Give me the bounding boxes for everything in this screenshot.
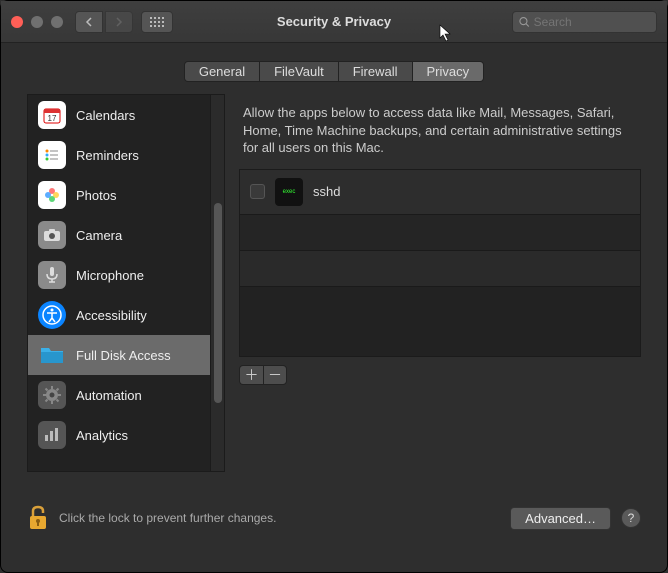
search-icon bbox=[519, 16, 530, 28]
app-list-empty-space bbox=[240, 287, 640, 356]
window-controls bbox=[11, 16, 63, 28]
photos-icon bbox=[38, 181, 66, 209]
app-list: exec sshd bbox=[239, 169, 641, 357]
sidebar-item-analytics[interactable]: Analytics bbox=[28, 415, 210, 455]
sidebar-item-automation[interactable]: Automation bbox=[28, 375, 210, 415]
sidebar-item-microphone[interactable]: Microphone bbox=[28, 255, 210, 295]
analytics-icon bbox=[38, 421, 66, 449]
help-button[interactable]: ? bbox=[621, 508, 641, 528]
app-row[interactable]: exec sshd bbox=[240, 170, 640, 215]
terminal-app-icon: exec bbox=[275, 178, 303, 206]
lock-area[interactable]: Click the lock to prevent further change… bbox=[27, 504, 276, 532]
sidebar-item-accessibility[interactable]: Accessibility bbox=[28, 295, 210, 335]
sidebar-item-photos[interactable]: Photos bbox=[28, 175, 210, 215]
svg-text:17: 17 bbox=[48, 114, 57, 123]
sidebar-item-label: Full Disk Access bbox=[76, 348, 171, 363]
sidebar-item-camera[interactable]: Camera bbox=[28, 215, 210, 255]
forward-button[interactable] bbox=[105, 11, 133, 33]
sidebar-item-label: Reminders bbox=[76, 148, 139, 163]
app-checkbox[interactable] bbox=[250, 184, 265, 199]
gear-icon bbox=[38, 381, 66, 409]
search-input[interactable] bbox=[534, 15, 650, 29]
tab-general[interactable]: General bbox=[185, 62, 260, 81]
sidebar-item-label: Accessibility bbox=[76, 308, 147, 323]
window-title: Security & Privacy bbox=[277, 14, 391, 29]
privacy-sidebar: 17 Calendars Reminders Photos bbox=[27, 94, 225, 472]
tab-privacy[interactable]: Privacy bbox=[413, 62, 484, 81]
sidebar-item-reminders[interactable]: Reminders bbox=[28, 135, 210, 175]
add-button[interactable]: ＋ bbox=[239, 365, 263, 385]
add-remove-buttons: ＋ － bbox=[239, 365, 641, 385]
back-button[interactable] bbox=[75, 11, 103, 33]
lock-icon bbox=[27, 504, 49, 532]
footer: Click the lock to prevent further change… bbox=[1, 486, 667, 532]
reminders-icon bbox=[38, 141, 66, 169]
show-all-button[interactable] bbox=[141, 11, 173, 33]
tab-firewall[interactable]: Firewall bbox=[339, 62, 413, 81]
sidebar-item-calendars[interactable]: 17 Calendars bbox=[28, 95, 210, 135]
sidebar-item-label: Calendars bbox=[76, 108, 135, 123]
zoom-window[interactable] bbox=[51, 16, 63, 28]
advanced-button[interactable]: Advanced… bbox=[510, 507, 611, 530]
remove-button[interactable]: － bbox=[263, 365, 287, 385]
sidebar-scrollbar[interactable] bbox=[210, 95, 224, 471]
nav-buttons bbox=[75, 11, 133, 33]
microphone-icon bbox=[38, 261, 66, 289]
close-window[interactable] bbox=[11, 16, 23, 28]
tab-bar: General FileVault Firewall Privacy bbox=[1, 43, 667, 94]
sidebar-item-label: Microphone bbox=[76, 268, 144, 283]
accessibility-icon bbox=[38, 301, 66, 329]
sidebar-item-label: Photos bbox=[76, 188, 116, 203]
app-name: sshd bbox=[313, 184, 340, 199]
app-row-empty bbox=[240, 251, 640, 287]
tab-filevault[interactable]: FileVault bbox=[260, 62, 339, 81]
sidebar-item-full-disk-access[interactable]: Full Disk Access bbox=[28, 335, 210, 375]
sidebar-item-label: Analytics bbox=[76, 428, 128, 443]
sidebar-item-label: Automation bbox=[76, 388, 142, 403]
scrollbar-thumb[interactable] bbox=[214, 203, 222, 403]
description-text: Allow the apps below to access data like… bbox=[239, 94, 641, 169]
app-row-empty bbox=[240, 215, 640, 251]
sidebar-item-label: Camera bbox=[76, 228, 122, 243]
calendar-icon: 17 bbox=[38, 101, 66, 129]
minimize-window[interactable] bbox=[31, 16, 43, 28]
folder-icon bbox=[38, 341, 66, 369]
detail-pane: Allow the apps below to access data like… bbox=[239, 94, 641, 472]
search-field[interactable] bbox=[512, 11, 657, 33]
titlebar: Security & Privacy bbox=[1, 1, 667, 43]
lock-text: Click the lock to prevent further change… bbox=[59, 511, 276, 525]
camera-icon bbox=[38, 221, 66, 249]
